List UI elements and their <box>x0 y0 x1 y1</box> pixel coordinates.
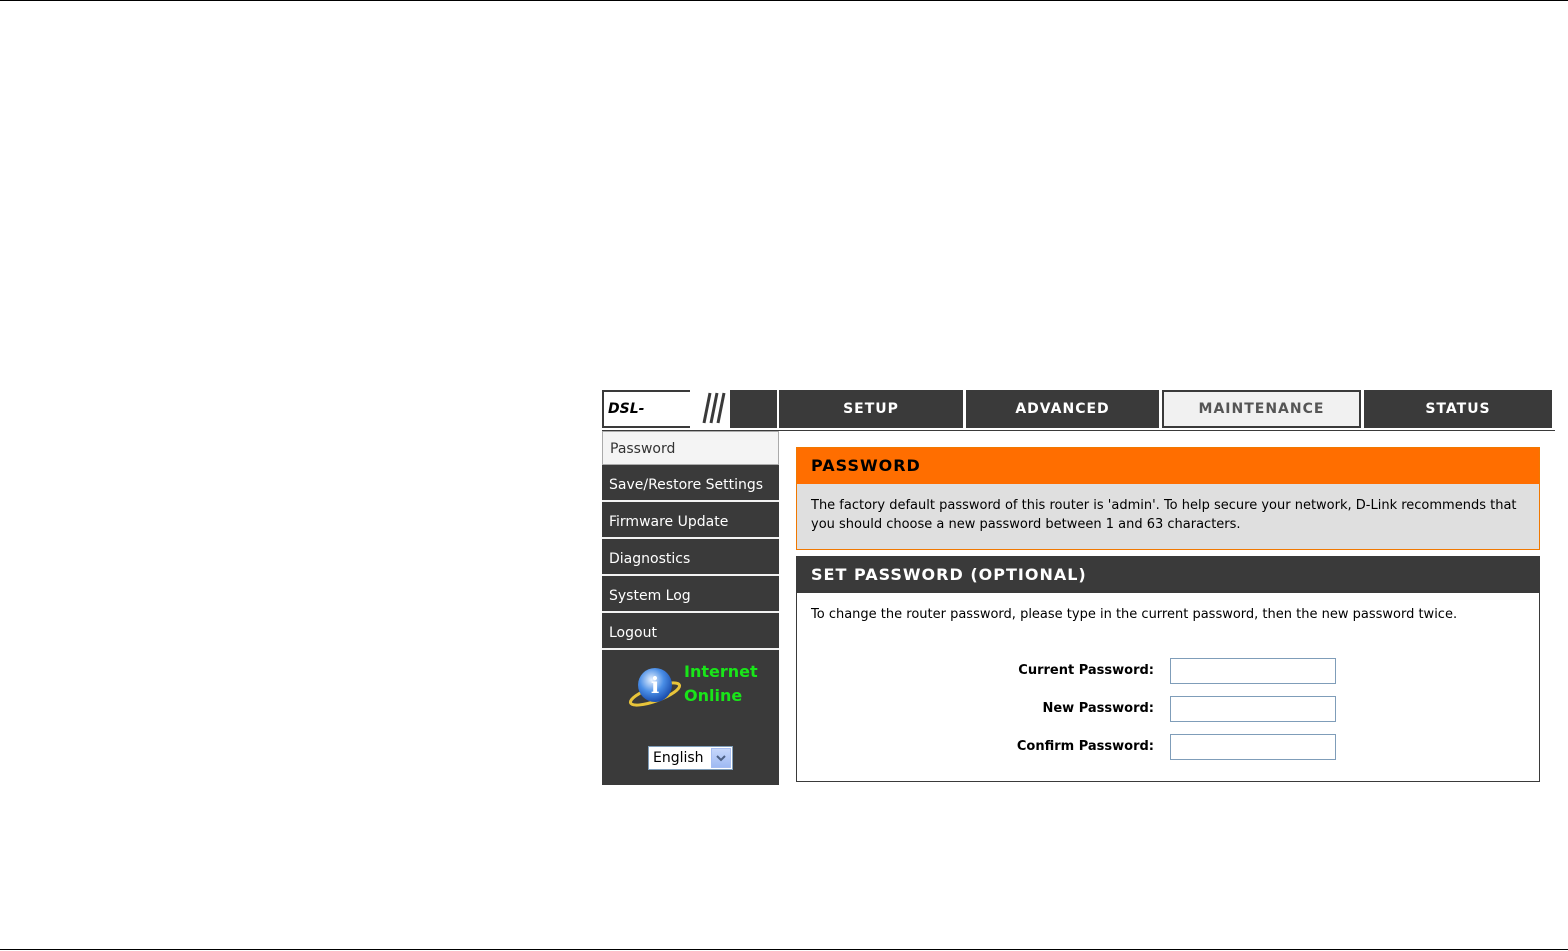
current-password-label: Current Password: <box>1018 663 1154 678</box>
sidebar-item-diagnostics[interactable]: Diagnostics <box>602 542 779 576</box>
language-select[interactable]: English <box>648 746 733 770</box>
sidebar-item-password[interactable]: Password <box>602 431 779 465</box>
info-globe-icon: i <box>628 664 682 710</box>
new-password-label: New Password: <box>1042 701 1154 716</box>
page-top-rule <box>0 0 1568 1</box>
tab-advanced[interactable]: ADVANCED <box>966 390 1159 428</box>
tab-maintenance[interactable]: MAINTENANCE <box>1162 390 1361 428</box>
sidebar-item-save-restore[interactable]: Save/Restore Settings <box>602 468 779 502</box>
svg-text:i: i <box>651 673 659 699</box>
internet-status-value: Online <box>684 686 743 705</box>
confirm-password-input[interactable] <box>1170 734 1336 760</box>
tab-status[interactable]: STATUS <box>1364 390 1552 428</box>
language-value: English <box>653 750 704 766</box>
sidebar-item-logout[interactable]: Logout <box>602 616 779 650</box>
set-password-title: SET PASSWORD (OPTIONAL) <box>797 557 1539 593</box>
password-panel-title: PASSWORD <box>797 448 1539 484</box>
password-panel-description: The factory default password of this rou… <box>811 498 1517 532</box>
page-bottom-rule <box>0 949 1568 950</box>
sidebar-item-system-log[interactable]: System Log <box>602 579 779 613</box>
new-password-input[interactable] <box>1170 696 1336 722</box>
set-password-panel: SET PASSWORD (OPTIONAL) To change the ro… <box>796 556 1540 782</box>
password-info-panel: PASSWORD The factory default password of… <box>796 447 1540 550</box>
chevron-down-icon[interactable] <box>711 748 731 768</box>
sidebar: Password Save/Restore Settings Firmware … <box>602 431 779 785</box>
brand-logo: DSL-2640B <box>602 390 777 451</box>
set-password-description: To change the router password, please ty… <box>811 607 1458 622</box>
tab-setup[interactable]: SETUP <box>779 390 963 428</box>
brand-slashes-icon <box>690 390 730 428</box>
internet-status-label: Internet <box>684 662 758 681</box>
confirm-password-label: Confirm Password: <box>1016 739 1154 754</box>
current-password-input[interactable] <box>1170 658 1336 684</box>
model-name: DSL-2640B <box>604 392 690 451</box>
sidebar-item-firmware-update[interactable]: Firmware Update <box>602 505 779 539</box>
